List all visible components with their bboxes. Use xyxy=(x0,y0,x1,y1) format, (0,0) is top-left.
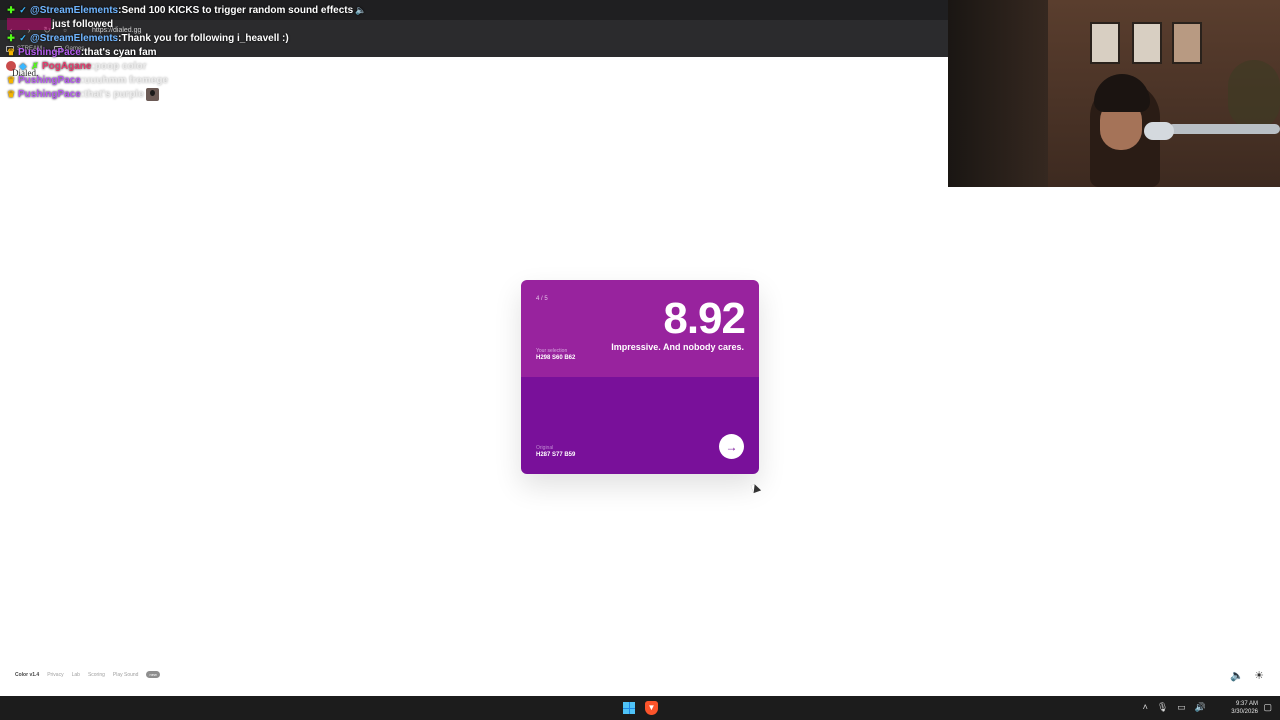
webcam-feed xyxy=(948,0,1280,187)
selection-label: Your selection xyxy=(536,348,568,354)
chat-overlay: ✚ ✓ @StreamElements : Send 100 KICKS to … xyxy=(6,3,566,101)
original-label: Original xyxy=(536,445,554,451)
chat-text: that's purple xyxy=(84,88,144,100)
chat-username: PushingPace xyxy=(18,46,81,58)
mouse-cursor xyxy=(750,482,762,494)
chat-username: @StreamElements xyxy=(30,32,119,44)
score-value: 8.92 xyxy=(663,294,746,343)
original-swatch: Original H287 S77 B59 → xyxy=(521,377,759,474)
footer-brand: Color v1.4 xyxy=(15,671,40,678)
speaker-emote-icon: 🔈 xyxy=(355,4,367,15)
arrow-right-icon: → xyxy=(725,439,738,454)
page-footer: Color v1.4 Privacy Lab Scoring Play Soun… xyxy=(15,671,160,678)
chat-username: PushingPace xyxy=(18,88,81,100)
wall-art xyxy=(1090,22,1120,64)
chat-message: ♛ PushingPace : that's purple xyxy=(6,87,566,101)
system-tray: ˄ 🎙 ▭ 🔊 xyxy=(1143,702,1206,713)
round-counter: 4 / 5 xyxy=(536,296,548,302)
theme-toggle-icon[interactable]: ☀ xyxy=(1254,669,1264,682)
crown-badge-icon: ♛ xyxy=(6,47,16,57)
kick-badge-icon: ✚ xyxy=(7,33,15,43)
windows-taskbar: ▼ ˄ 🎙 ▭ 🔊 9:37 AM 3/30/2026 ▢ xyxy=(0,696,1280,720)
next-button[interactable]: → xyxy=(719,434,744,459)
chat-message: ✚ ✓ @StreamElements : Send 100 KICKS to … xyxy=(6,3,566,17)
kick-badge-icon: ✚ xyxy=(7,5,15,15)
clock-time: 9:37 AM xyxy=(1235,701,1258,707)
microphone-icon[interactable]: 🎙 xyxy=(1157,702,1168,713)
score-tagline: Impressive. And nobody cares. xyxy=(611,342,744,352)
selection-value: H298 S60 B62 xyxy=(536,355,576,361)
chat-text: poop color xyxy=(94,60,147,72)
network-icon[interactable]: ▭ xyxy=(1177,702,1186,713)
microphone xyxy=(1144,122,1174,140)
screen: ‹ › ↻ ▫ https://dialed.gg STREAM Games ✚… xyxy=(0,0,1280,720)
footer-controls: 🔈 ☀ xyxy=(1230,669,1264,682)
face-emote-icon xyxy=(145,87,159,101)
chat-message: ✚ ✓ @StreamElements : Thank you for foll… xyxy=(6,31,566,45)
chat-message: ♛ PushingPace : uuuhmm fremege xyxy=(6,73,566,87)
wall-art xyxy=(1172,22,1202,64)
volume-icon[interactable]: 🔈 xyxy=(1230,669,1244,682)
verified-badge-icon: ✓ xyxy=(19,33,27,43)
start-button[interactable] xyxy=(623,702,635,714)
clock-date: 3/30/2026 xyxy=(1231,709,1258,715)
selection-swatch: 4 / 5 8.92 Impressive. And nobody cares.… xyxy=(521,280,759,377)
speaker-icon[interactable]: 🔊 xyxy=(1195,702,1206,713)
chat-text: Thank you for following i_heavell :) xyxy=(121,32,289,44)
chat-username: @StreamElements xyxy=(30,4,119,16)
crown-badge-icon: ♛ xyxy=(6,89,16,99)
clock[interactable]: 9:37 AM 3/30/2026 xyxy=(1231,700,1258,716)
footer-link-lab[interactable]: Lab xyxy=(72,672,80,678)
chat-username: PogAgane xyxy=(42,60,92,72)
original-value: H287 S77 B59 xyxy=(536,452,576,458)
footer-link-play-sound[interactable]: Play Sound xyxy=(113,672,139,678)
chevron-up-icon[interactable]: ˄ xyxy=(1143,702,1148,713)
footer-link-scoring[interactable]: Scoring xyxy=(88,672,105,678)
chat-text: Send 100 KICKS to trigger random sound e… xyxy=(121,4,354,16)
site-logo[interactable]: Dialed. xyxy=(12,68,38,78)
chat-message: ♛ PushingPace : that's cyan fam xyxy=(6,45,566,59)
result-card: 4 / 5 8.92 Impressive. And nobody cares.… xyxy=(521,280,759,474)
verified-badge-icon: ✓ xyxy=(19,5,27,15)
footer-link-privacy[interactable]: Privacy xyxy=(47,672,63,678)
wall-art xyxy=(1132,22,1162,64)
mic-arm xyxy=(1168,124,1280,134)
plant xyxy=(1228,60,1280,130)
chat-text: that's cyan fam xyxy=(84,46,157,58)
chat-text: uuuhmm fremege xyxy=(84,74,169,86)
brave-browser-icon[interactable]: ▼ xyxy=(645,701,658,715)
chat-message: just followed xyxy=(6,17,566,31)
chat-text: just followed xyxy=(52,18,114,30)
new-badge: new xyxy=(146,671,160,678)
chat-message: ◆ ✗ PogAgane : poop color xyxy=(6,59,566,73)
notification-icon[interactable]: ▢ xyxy=(1263,702,1272,713)
